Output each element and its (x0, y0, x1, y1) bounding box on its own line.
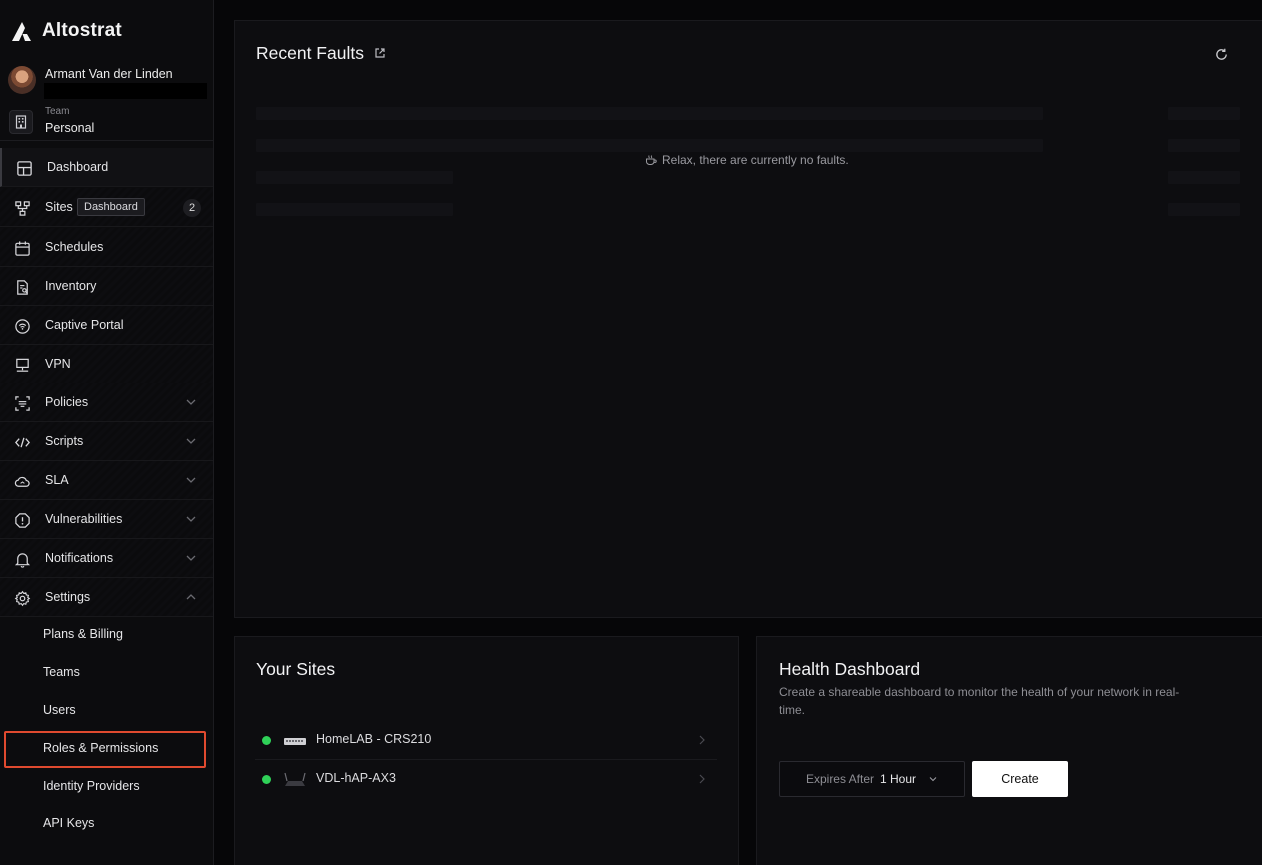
sidebar-item-schedules[interactable]: Schedules (0, 228, 213, 267)
sidebar-item-vpn[interactable]: VPN (0, 345, 213, 384)
coffee-icon (646, 155, 657, 165)
highlight-annotation (4, 731, 206, 768)
sites-count-badge: 2 (183, 199, 201, 217)
settings-item-identity-providers[interactable]: Identity Providers (43, 779, 140, 793)
sidebar-item-policies[interactable]: Policies (0, 383, 213, 422)
sidebar-item-label: Vulnerabilities (45, 512, 123, 526)
settings-item-api-keys[interactable]: API Keys (43, 816, 94, 830)
skeleton-row (1168, 139, 1240, 152)
vpn-monitor-icon (13, 356, 31, 374)
team-name: Personal (45, 121, 95, 135)
skeleton-row (256, 139, 1043, 152)
refresh-icon[interactable] (1214, 47, 1229, 62)
expires-after-value: 1 Hour (880, 772, 917, 786)
app-root: Altostrat Armant Van der Linden Team Per… (0, 0, 1262, 865)
skeleton-row (256, 203, 453, 216)
chevron-down-icon (186, 555, 196, 561)
site-row[interactable]: HomeLAB - CRS210 (255, 721, 717, 760)
main-content: Recent Faults Relax, there are currently… (214, 0, 1262, 865)
brand-logo[interactable]: Altostrat (10, 18, 122, 44)
chevron-down-icon (186, 399, 196, 405)
chevron-down-icon (186, 477, 196, 483)
brand-name: Altostrat (42, 20, 122, 41)
alert-octagon-icon (13, 511, 31, 529)
sidebar-item-vulnerabilities[interactable]: Vulnerabilities (0, 500, 213, 539)
sidebar-item-label: Dashboard (47, 160, 109, 174)
recent-faults-title: Recent Faults (256, 43, 364, 63)
skeleton-row (1168, 171, 1240, 184)
sidebar-item-notifications[interactable]: Notifications (0, 539, 213, 578)
chevron-up-icon (186, 594, 196, 600)
redacted-email (44, 83, 207, 99)
chevron-down-icon (186, 516, 196, 522)
router-icon (284, 772, 306, 786)
inventory-document-icon (13, 278, 31, 296)
health-dashboard-title: Health Dashboard (779, 659, 921, 679)
site-row[interactable]: VDL-hAP-AX3 (255, 760, 717, 799)
sidebar-item-sites[interactable]: Sites Dashboard 2 (0, 188, 213, 227)
chevron-right-icon (699, 774, 705, 784)
sidebar-item-scripts[interactable]: Scripts (0, 422, 213, 461)
altostrat-logo-icon (12, 22, 31, 41)
sidebar-item-label: SLA (45, 473, 69, 487)
sidebar-item-label: Settings (45, 590, 91, 604)
sidebar-item-label: Inventory (45, 279, 97, 293)
team-switcher[interactable]: Team Personal (0, 103, 213, 141)
health-dashboard-description: Create a shareable dashboard to monitor … (779, 685, 1180, 717)
sidebar-item-dashboard[interactable]: Dashboard (0, 148, 213, 187)
create-dashboard-button[interactable]: Create (972, 761, 1068, 797)
skeleton-row (1168, 107, 1240, 120)
gear-icon (13, 589, 31, 607)
sidebar-item-label: Captive Portal (45, 318, 124, 332)
your-sites-card: Your Sites HomeLAB - CRS210 VDL-hAP-AX3 (234, 636, 739, 865)
bell-icon (13, 550, 31, 568)
site-name: VDL-hAP-AX3 (316, 771, 396, 785)
sidebar-item-label: Sites (45, 200, 73, 214)
expires-after-label: Expires After (805, 772, 874, 786)
sidebar-item-label: Policies (45, 395, 89, 409)
skeleton-row (256, 107, 1043, 120)
chevron-down-icon (186, 438, 196, 444)
sidebar-item-inventory[interactable]: Inventory (0, 267, 213, 306)
sidebar-item-label: Notifications (45, 551, 114, 565)
online-status-dot (262, 736, 271, 745)
user-profile[interactable]: Armant Van der Linden (0, 61, 213, 101)
sidebar-item-label: Scripts (45, 434, 84, 448)
external-link-icon[interactable] (374, 47, 386, 59)
user-name: Armant Van der Linden (45, 67, 173, 81)
cloud-icon (13, 472, 31, 490)
no-faults-text: Relax, there are currently no faults. (662, 153, 849, 167)
chevron-down-icon (929, 777, 937, 782)
settings-item-teams[interactable]: Teams (43, 665, 80, 679)
wifi-portal-icon (13, 317, 31, 335)
skeleton-row (256, 171, 453, 184)
sidebar-item-label: Schedules (45, 240, 104, 254)
expires-after-select[interactable]: Expires After 1 Hour (779, 761, 965, 797)
policies-icon (13, 394, 31, 412)
recent-faults-card: Recent Faults Relax, there are currently… (234, 20, 1262, 618)
sidebar-item-settings[interactable]: Settings (0, 578, 213, 617)
sidebar: Altostrat Armant Van der Linden Team Per… (0, 0, 214, 865)
site-name: HomeLAB - CRS210 (316, 732, 432, 746)
settings-item-users[interactable]: Users (43, 703, 76, 717)
code-icon (13, 433, 31, 451)
sites-dashboard-pill[interactable]: Dashboard (77, 198, 145, 216)
online-status-dot (262, 775, 271, 784)
sites-network-icon (13, 199, 31, 217)
sidebar-item-label: VPN (45, 357, 71, 371)
your-sites-title: Your Sites (256, 659, 336, 679)
skeleton-row (1168, 203, 1240, 216)
team-label: Team (45, 106, 70, 117)
avatar (8, 66, 36, 94)
sidebar-item-sla[interactable]: SLA (0, 461, 213, 500)
chevron-right-icon (699, 735, 705, 745)
no-faults-message: Relax, there are currently no faults. (645, 153, 849, 167)
health-dashboard-card: Health Dashboard Create a shareable dash… (756, 636, 1262, 865)
settings-item-plans-billing[interactable]: Plans & Billing (43, 627, 123, 641)
sidebar-item-captive-portal[interactable]: Captive Portal (0, 306, 213, 345)
building-icon (9, 110, 33, 134)
dashboard-icon (15, 159, 33, 177)
calendar-icon (13, 239, 31, 257)
switch-icon (284, 738, 306, 745)
